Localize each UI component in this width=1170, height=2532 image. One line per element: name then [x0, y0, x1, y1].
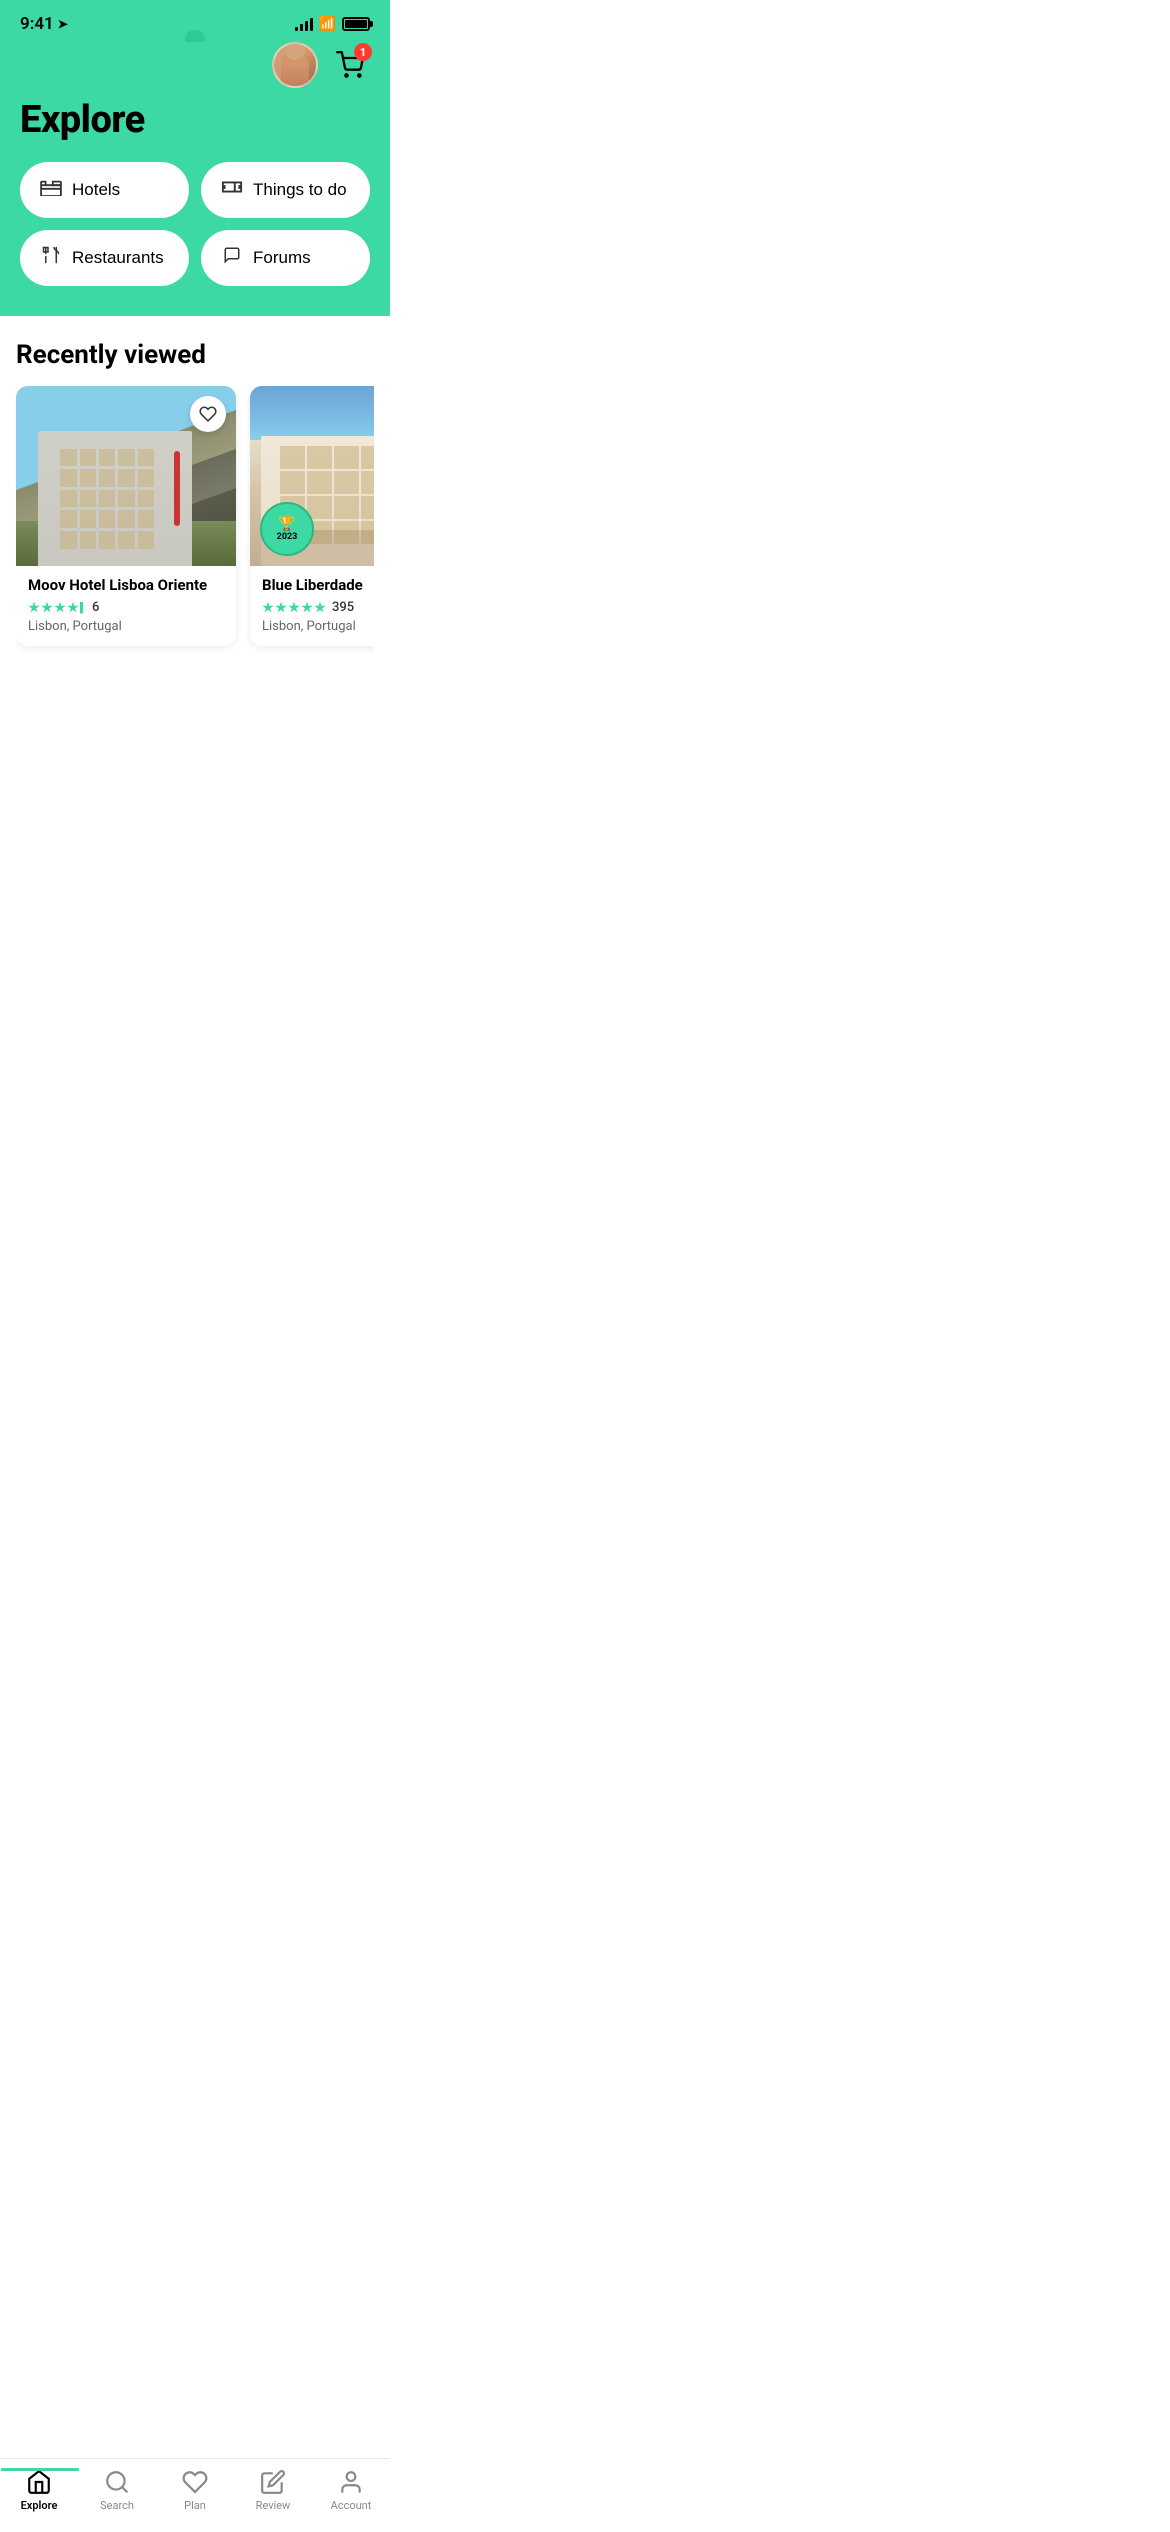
- nav-review[interactable]: Review: [243, 2469, 303, 2512]
- nav-search[interactable]: Search: [87, 2469, 147, 2512]
- nav-explore[interactable]: Explore: [9, 2469, 69, 2512]
- favorite-button-1[interactable]: [190, 396, 226, 432]
- rating-row-2: 395: [262, 600, 374, 615]
- avatar[interactable]: [272, 42, 318, 88]
- category-grid: Hotels Things to do: [20, 162, 370, 286]
- nav-account-label: Account: [331, 2499, 372, 2512]
- hotel-image-2: 🏆 2023: [250, 386, 374, 566]
- hotels-label: Hotels: [72, 180, 120, 200]
- avatar-head: [285, 42, 305, 60]
- award-badge: 🏆 2023: [260, 502, 314, 556]
- hotel-card-1[interactable]: Moov Hotel Lisboa Oriente 6 Lisbon, Port…: [16, 386, 236, 646]
- cart-badge: 1: [354, 43, 372, 61]
- forums-label: Forums: [253, 248, 311, 268]
- battery-icon: [342, 17, 370, 31]
- nav-review-label: Review: [256, 2499, 291, 2512]
- location-arrow-icon: ➤: [58, 17, 68, 31]
- award-icon: 🏆: [278, 516, 295, 532]
- avatar-figure: [281, 50, 309, 86]
- stars-2: [262, 602, 326, 614]
- header-top: 1: [20, 42, 370, 98]
- hotels-button[interactable]: Hotels: [20, 162, 189, 218]
- review-count-2: 395: [332, 600, 354, 615]
- nav-plan-label: Plan: [184, 2499, 206, 2512]
- page-title: Explore: [20, 98, 370, 142]
- status-time: 9:41 ➤: [20, 14, 68, 34]
- restaurants-icon: [40, 246, 62, 270]
- section-title: Recently viewed: [16, 340, 374, 370]
- search-icon: [104, 2469, 130, 2495]
- hotel-card-2[interactable]: 🏆 2023 Blue Liberdade 395 Lisbon, P: [250, 386, 374, 646]
- card-info-2: Blue Liberdade 395 Lisbon, Portugal: [250, 566, 374, 646]
- hotel-image-1: [16, 386, 236, 566]
- pencil-icon: [260, 2469, 286, 2495]
- things-to-do-button[interactable]: Things to do: [201, 162, 370, 218]
- account-icon: [338, 2469, 364, 2495]
- status-icons: 📶: [295, 16, 370, 32]
- signal-icon: [295, 17, 313, 31]
- header: 1 Explore Hotels: [0, 42, 390, 316]
- forums-icon: [221, 246, 243, 270]
- card-info-1: Moov Hotel Lisboa Oriente 6 Lisbon, Port…: [16, 566, 236, 646]
- nav-search-label: Search: [100, 2499, 134, 2512]
- nav-active-indicator: [1, 2468, 79, 2471]
- nav-account[interactable]: Account: [321, 2469, 381, 2512]
- nav-explore-label: Explore: [21, 2499, 58, 2512]
- award-year: 2023: [277, 532, 298, 542]
- card-location-2: Lisbon, Portugal: [262, 619, 374, 634]
- main-content: Recently viewed: [0, 316, 390, 678]
- restaurants-button[interactable]: Restaurants: [20, 230, 189, 286]
- review-count-1: 6: [92, 600, 99, 615]
- ticket-icon: [221, 178, 243, 202]
- card-name-2: Blue Liberdade: [262, 576, 374, 594]
- restaurants-label: Restaurants: [72, 248, 164, 268]
- wifi-icon: 📶: [319, 16, 336, 32]
- card-location-1: Lisbon, Portugal: [28, 619, 224, 634]
- cart-button[interactable]: 1: [330, 45, 370, 85]
- card-name-1: Moov Hotel Lisboa Oriente: [28, 576, 224, 594]
- forums-button[interactable]: Forums: [201, 230, 370, 286]
- recently-viewed-cards[interactable]: Moov Hotel Lisboa Oriente 6 Lisbon, Port…: [16, 386, 374, 654]
- bottom-nav: Explore Search Plan Review Account: [0, 2458, 390, 2532]
- rating-row-1: 6: [28, 600, 224, 615]
- home-icon: [26, 2469, 52, 2495]
- heart-icon: [199, 405, 217, 423]
- hotels-icon: [40, 178, 62, 202]
- things-to-do-label: Things to do: [253, 180, 347, 200]
- plan-heart-icon: [182, 2469, 208, 2495]
- nav-explore-wrapper: Explore: [9, 2469, 69, 2512]
- nav-plan[interactable]: Plan: [165, 2469, 225, 2512]
- stars-1: [28, 602, 86, 614]
